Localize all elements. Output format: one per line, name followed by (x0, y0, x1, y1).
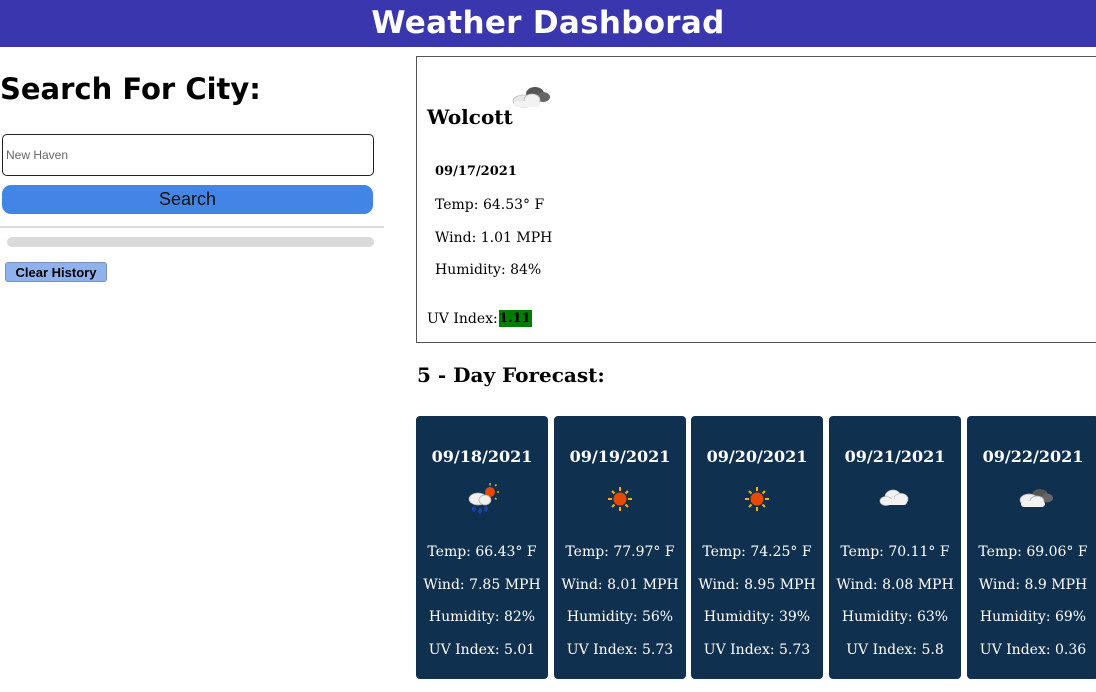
forecast-humidity: Humidity: 39% (703, 609, 811, 625)
current-humidity: Humidity: 84% (435, 262, 542, 278)
forecast-title: 5 - Day Forecast: (417, 363, 605, 387)
cloud-icon (875, 482, 915, 516)
forecast-uv: UV Index: 5.8 (846, 642, 944, 658)
forecast-wind: Wind: 8.08 MPH (836, 577, 954, 593)
search-title: Search For City: (0, 72, 261, 106)
divider (0, 226, 384, 228)
forecast-uv: UV Index: 5.73 (703, 642, 811, 658)
current-temp: Temp: 64.53° F (435, 197, 545, 213)
forecast-temp: Temp: 69.06° F (978, 544, 1088, 560)
forecast-uv: UV Index: 5.73 (566, 642, 674, 658)
forecast-humidity: Humidity: 56% (566, 609, 674, 625)
uv-index-badge: 1.11 (499, 310, 532, 327)
sun-icon (737, 482, 777, 516)
broken-clouds-icon (1013, 482, 1053, 516)
forecast-card: 09/18/2021 Temp: 66.43° F Wind: 7.85 MPH… (416, 416, 548, 679)
city-search-input[interactable] (2, 134, 374, 176)
forecast-date: 09/19/2021 (569, 447, 671, 466)
page-title: Weather Dashborad (371, 5, 725, 41)
sun-icon (600, 482, 640, 516)
search-history-list[interactable] (7, 237, 374, 247)
forecast-wind: Wind: 8.01 MPH (561, 577, 679, 593)
forecast-humidity: Humidity: 69% (979, 609, 1087, 625)
forecast-card: 09/19/2021 Temp: 77.97° F Wind: 8.01 MPH… (554, 416, 686, 679)
forecast-card: 09/22/2021 Temp: 69.06° F Wind: 8.9 MPH … (967, 416, 1096, 679)
search-button[interactable]: Search (2, 185, 373, 214)
forecast-temp: Temp: 74.25° F (702, 544, 812, 560)
page-header: Weather Dashborad (0, 0, 1096, 47)
forecast-temp: Temp: 77.97° F (565, 544, 675, 560)
uv-index-label: UV Index: (427, 311, 498, 327)
current-wind: Wind: 1.01 MPH (435, 230, 553, 246)
partly-cloudy-icon (507, 81, 551, 117)
forecast-date: 09/21/2021 (844, 447, 946, 466)
forecast-humidity: Humidity: 63% (841, 609, 949, 625)
forecast-humidity: Humidity: 82% (428, 609, 536, 625)
rain-sun-icon (462, 482, 502, 516)
forecast-wind: Wind: 7.85 MPH (423, 577, 541, 593)
forecast-uv: UV Index: 0.36 (979, 642, 1087, 658)
current-city-name: Wolcott (427, 105, 513, 129)
current-date: 09/17/2021 (435, 164, 517, 179)
forecast-wind: Wind: 8.95 MPH (698, 577, 816, 593)
forecast-date: 09/22/2021 (982, 447, 1084, 466)
forecast-card: 09/21/2021 Temp: 70.11° F Wind: 8.08 MPH… (829, 416, 961, 679)
forecast-card: 09/20/2021 Temp: 74.25° F Wind: 8.95 MPH… (691, 416, 823, 679)
clear-history-button[interactable]: Clear History (5, 262, 107, 282)
forecast-wind: Wind: 8.9 MPH (978, 577, 1088, 593)
forecast-temp: Temp: 70.11° F (840, 544, 950, 560)
forecast-temp: Temp: 66.43° F (427, 544, 537, 560)
forecast-date: 09/20/2021 (706, 447, 808, 466)
forecast-uv: UV Index: 5.01 (428, 642, 536, 658)
current-weather-panel: Wolcott 09/17/2021 Temp: 64.53° F Wind: … (416, 56, 1096, 343)
forecast-date: 09/18/2021 (431, 447, 533, 466)
